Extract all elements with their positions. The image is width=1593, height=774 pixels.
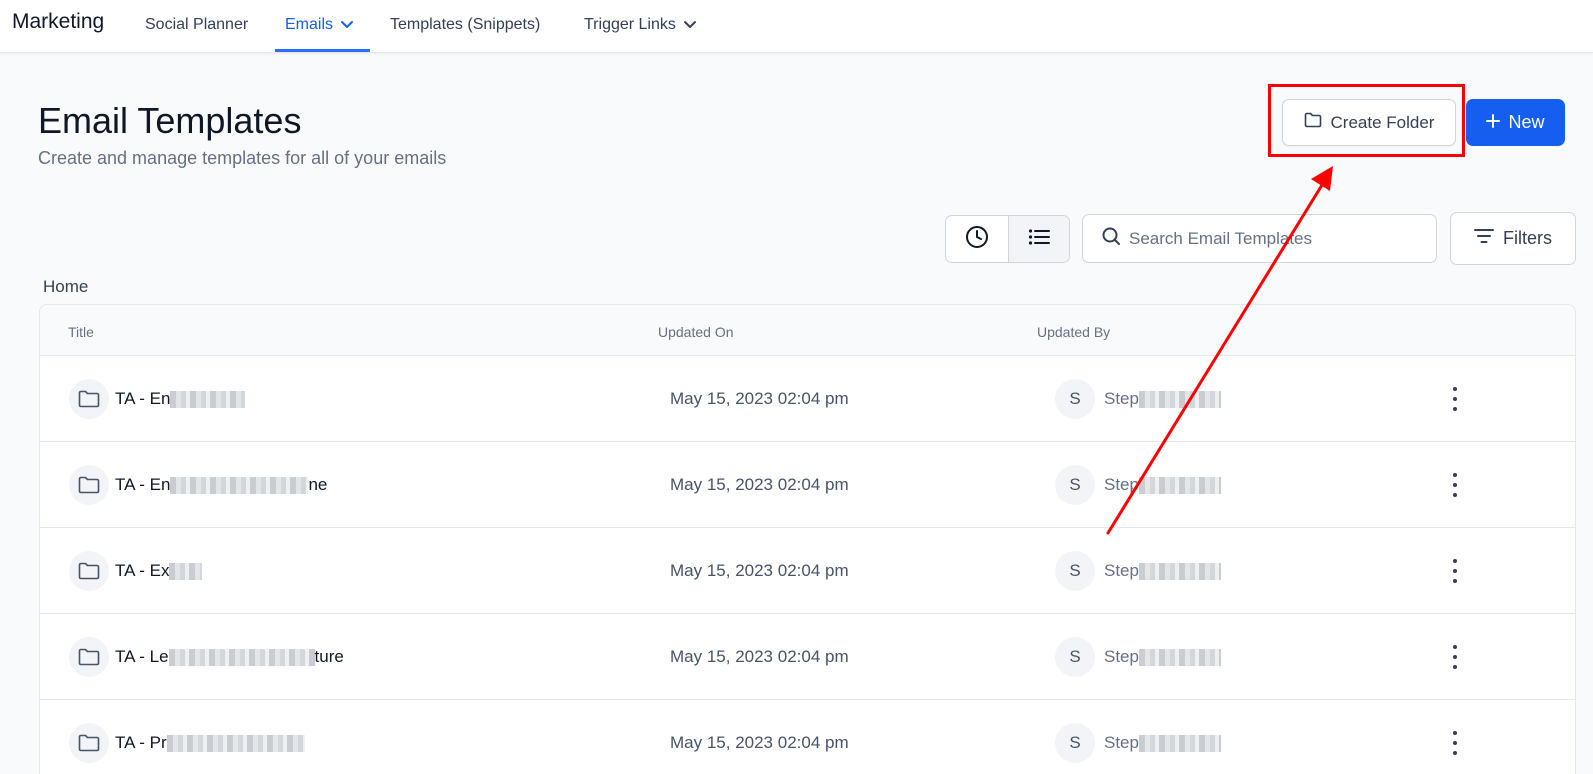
- table-header: Title Updated On Updated By: [40, 305, 1575, 356]
- row-updated-by-text: Step: [1104, 389, 1139, 408]
- list-icon: [1028, 228, 1050, 251]
- row-title[interactable]: TA - Pr: [115, 733, 305, 753]
- more-options-icon[interactable]: [1450, 731, 1460, 755]
- nav-templates-snippets[interactable]: Templates (Snippets): [390, 16, 540, 34]
- row-updated-by: Step: [1104, 647, 1221, 667]
- redacted-text: [170, 391, 246, 409]
- chevron-down-icon: [340, 20, 354, 30]
- folder-icon: [69, 637, 109, 677]
- more-options-icon[interactable]: [1450, 473, 1460, 497]
- avatar: S: [1055, 723, 1095, 763]
- redacted-text: [1138, 477, 1221, 495]
- row-updated-by-text: Step: [1104, 647, 1139, 666]
- recent-view-button[interactable]: [946, 216, 1008, 262]
- row-title-text: TA - Le: [115, 647, 169, 666]
- search-icon: [1101, 226, 1121, 251]
- view-toggle: [945, 215, 1070, 263]
- nav-label: Trigger Links: [584, 16, 676, 33]
- folder-icon: [69, 551, 109, 591]
- row-updated-on: May 15, 2023 02:04 pm: [670, 475, 849, 494]
- folder-icon: [69, 723, 109, 763]
- filters-label: Filters: [1503, 228, 1552, 248]
- row-updated-on: May 15, 2023 02:04 pm: [670, 389, 849, 408]
- row-title-text: TA - En: [115, 475, 171, 494]
- annotation-highlight-box: [1268, 84, 1465, 157]
- filter-icon: [1474, 228, 1494, 249]
- templates-table: Title Updated On Updated By TA - En May …: [39, 304, 1576, 774]
- nav-label: Emails: [285, 16, 334, 33]
- active-tab-indicator: [275, 49, 370, 52]
- column-header-title[interactable]: Title: [68, 324, 94, 340]
- avatar: S: [1055, 637, 1095, 677]
- nav-label: Templates (Snippets): [390, 16, 541, 33]
- new-button[interactable]: New: [1466, 99, 1565, 146]
- breadcrumb[interactable]: Home: [43, 277, 88, 297]
- row-title-text: TA - Pr: [115, 733, 167, 752]
- column-header-updated-by[interactable]: Updated By: [1037, 324, 1110, 340]
- redacted-text: [1138, 735, 1221, 753]
- chevron-down-icon: [683, 20, 697, 30]
- folder-icon: [69, 379, 109, 419]
- redacted-text: [166, 735, 305, 753]
- more-options-icon[interactable]: [1450, 387, 1460, 411]
- row-title-text: TA - Ex: [115, 561, 170, 580]
- filters-button[interactable]: Filters: [1450, 212, 1576, 265]
- row-title[interactable]: TA - En: [115, 389, 246, 409]
- row-title-suffix: ne: [308, 475, 328, 494]
- row-updated-by-text: Step: [1104, 561, 1139, 580]
- redacted-text: [168, 649, 315, 667]
- row-updated-on: May 15, 2023 02:04 pm: [670, 733, 849, 752]
- row-updated-on: May 15, 2023 02:04 pm: [670, 647, 849, 666]
- folder-icon: [69, 465, 109, 505]
- table-row[interactable]: TA - Pr May 15, 2023 02:04 pm S Step: [40, 700, 1575, 774]
- table-row[interactable]: TA - En ne May 15, 2023 02:04 pm S Step: [40, 442, 1575, 528]
- column-header-updated-on[interactable]: Updated On: [658, 324, 734, 340]
- row-updated-on: May 15, 2023 02:04 pm: [670, 561, 849, 580]
- table-row[interactable]: TA - Le ture May 15, 2023 02:04 pm S Step: [40, 614, 1575, 700]
- nav-emails[interactable]: Emails: [285, 16, 354, 34]
- nav-social-planner[interactable]: Social Planner: [145, 16, 248, 34]
- row-updated-by-text: Step: [1104, 733, 1139, 752]
- row-title-suffix: ture: [314, 647, 344, 666]
- app-brand: Marketing: [12, 10, 105, 33]
- table-row[interactable]: TA - En May 15, 2023 02:04 pm S Step: [40, 356, 1575, 442]
- nav-trigger-links[interactable]: Trigger Links: [584, 16, 697, 34]
- clock-icon: [965, 225, 989, 254]
- row-updated-by: Step: [1104, 389, 1221, 409]
- nav-label: Social Planner: [145, 16, 249, 33]
- new-label: New: [1508, 112, 1545, 132]
- table-row[interactable]: TA - Ex May 15, 2023 02:04 pm S Step: [40, 528, 1575, 614]
- row-updated-by: Step: [1104, 475, 1221, 495]
- row-updated-by-text: Step: [1104, 475, 1139, 494]
- search-box: [1082, 214, 1437, 263]
- page-title: Email Templates: [38, 100, 302, 141]
- redacted-text: [169, 563, 203, 581]
- row-title[interactable]: TA - Ex: [115, 561, 203, 581]
- more-options-icon[interactable]: [1450, 559, 1460, 583]
- row-title-text: TA - En: [115, 389, 171, 408]
- list-view-button[interactable]: [1007, 216, 1069, 262]
- redacted-text: [1138, 649, 1221, 667]
- avatar: S: [1055, 465, 1095, 505]
- redacted-text: [1138, 391, 1221, 409]
- redacted-text: [170, 477, 309, 495]
- redacted-text: [1138, 563, 1221, 581]
- page-subtitle: Create and manage templates for all of y…: [38, 148, 447, 168]
- row-title[interactable]: TA - Le ture: [115, 647, 344, 667]
- row-title[interactable]: TA - En ne: [115, 475, 327, 495]
- avatar: S: [1055, 379, 1095, 419]
- search-input[interactable]: [1129, 228, 1419, 249]
- row-updated-by: Step: [1104, 561, 1221, 581]
- avatar: S: [1055, 551, 1095, 591]
- row-updated-by: Step: [1104, 733, 1221, 753]
- plus-icon: [1486, 112, 1501, 133]
- top-navigation: Marketing Social Planner Emails Template…: [0, 0, 1593, 53]
- more-options-icon[interactable]: [1450, 645, 1460, 669]
